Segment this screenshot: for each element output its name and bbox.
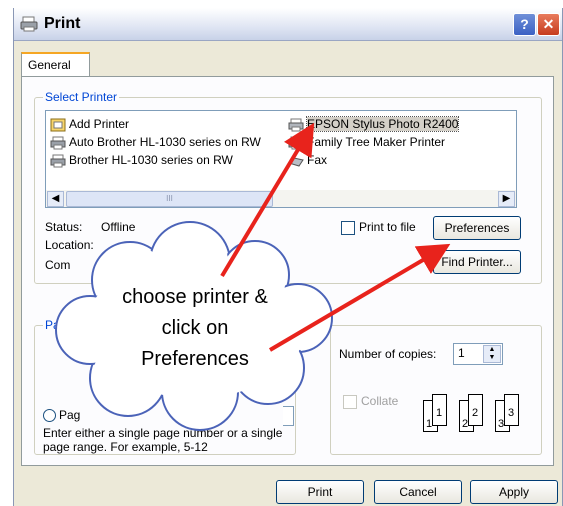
annotation-line: choose printer & <box>122 286 268 308</box>
annotation-line: click on <box>161 317 229 339</box>
annotation-line: Preferences <box>141 348 249 370</box>
annotation-overlay <box>55 122 451 431</box>
annotation-text: choose printer & click on Preferences <box>90 282 300 375</box>
